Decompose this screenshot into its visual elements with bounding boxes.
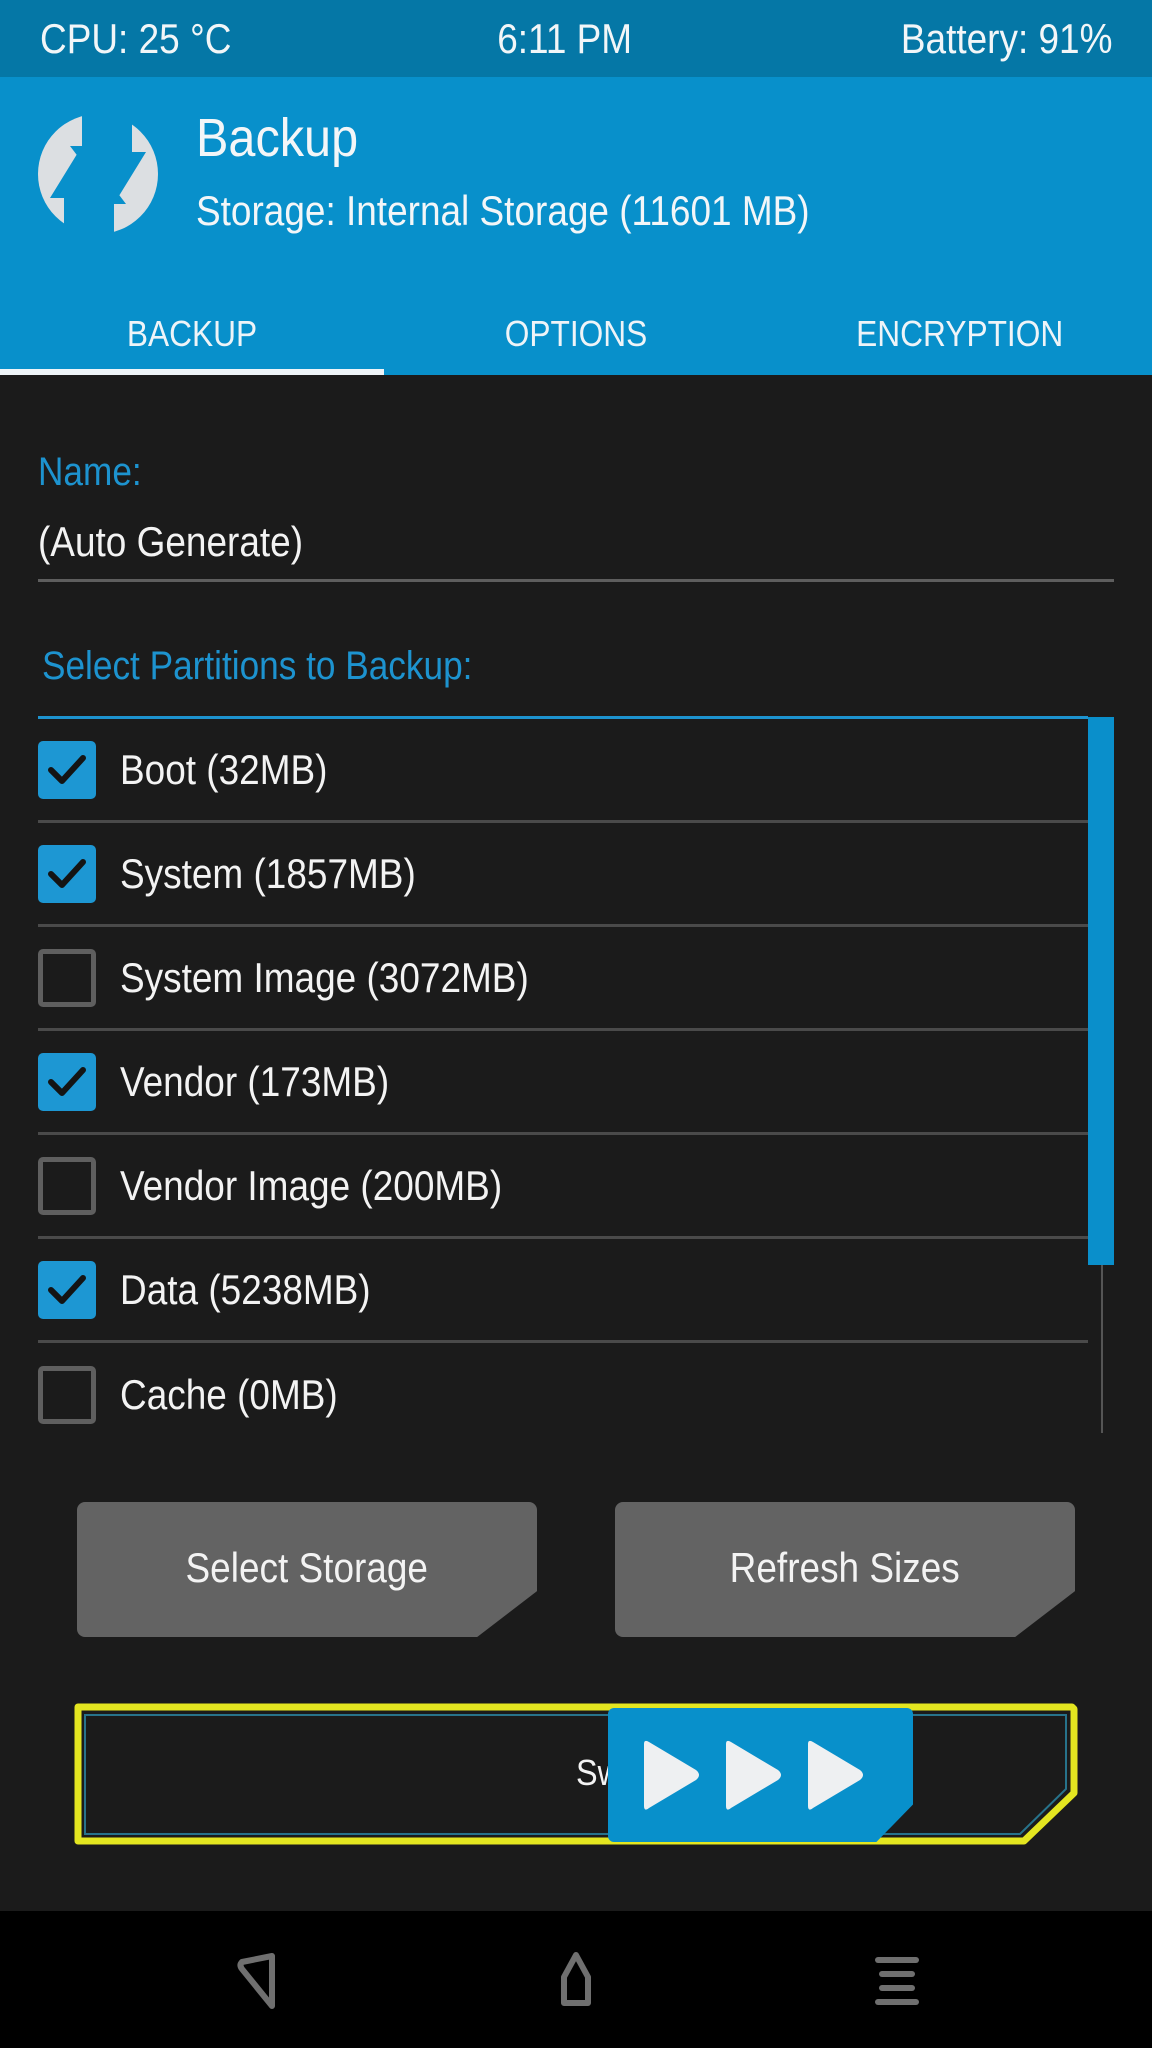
partition-row[interactable]: System (1857MB) [38,823,1088,927]
checkbox-unchecked[interactable] [38,1156,96,1215]
partition-row[interactable]: Data (5238MB) [38,1239,1088,1343]
partitions-heading: Select Partitions to Backup: [42,644,473,688]
checkmark-icon [48,1274,86,1304]
name-label: Name: [38,450,142,494]
checkbox-unchecked[interactable] [38,948,96,1007]
partition-label: Vendor (173MB) [120,1057,390,1105]
partition-label: System Image (3072MB) [120,953,529,1001]
storage-info: Storage: Internal Storage (11601 MB) [196,187,810,234]
checkbox-checked[interactable] [38,1260,96,1319]
partition-label: Cache (0MB) [120,1371,338,1418]
partition-label: System (1857MB) [120,849,416,897]
tab-encryption-label: ENCRYPTION [856,312,1064,354]
name-input-underline [38,579,1114,582]
header: Backup Storage: Internal Storage (11601 … [0,77,1152,375]
clock: 6:11 PM [497,14,632,62]
partition-label: Data (5238MB) [120,1265,371,1313]
partition-label: Vendor Image (200MB) [120,1161,503,1209]
checkbox-checked[interactable] [38,740,96,799]
triple-play-arrows-icon [644,1740,863,1810]
checkmark-icon [48,858,86,888]
checkbox-checked[interactable] [38,844,96,903]
partition-row[interactable]: Boot (32MB) [38,719,1088,823]
checkbox-checked[interactable] [38,1052,96,1111]
refresh-sizes-label: Refresh Sizes [729,1543,961,1591]
page-title: Backup [196,108,359,168]
select-storage-label: Select Storage [185,1543,429,1591]
tab-backup[interactable]: BACKUP [0,292,384,375]
tab-bar: BACKUP OPTIONS ENCRYPTION [0,292,1152,375]
navigation-bar [0,1911,1152,2048]
partition-list: Boot (32MB) System (1857MB) System Image (… [38,716,1088,1434]
select-storage-button[interactable]: Select Storage [77,1502,537,1637]
scrollbar-track[interactable] [1101,1265,1103,1433]
checkbox-unchecked[interactable] [38,1366,96,1424]
partition-row[interactable]: Vendor Image (200MB) [38,1135,1088,1239]
partition-label: Boot (32MB) [120,745,328,793]
menu-lines-icon[interactable] [855,1941,935,2021]
tab-options-label: OPTIONS [504,312,648,354]
scrollbar-thumb[interactable] [1088,717,1114,1265]
tab-backup-label: BACKUP [126,312,258,354]
tab-encryption[interactable]: ENCRYPTION [768,292,1152,375]
refresh-sizes-button[interactable]: Refresh Sizes [615,1502,1075,1637]
partition-row[interactable]: Vendor (173MB) [38,1031,1088,1135]
cpu-temperature: CPU: 25 °C [40,14,232,62]
checkmark-icon [48,1066,86,1096]
status-bar: CPU: 25 °C 6:11 PM Battery: 91% [0,0,1152,77]
partition-row[interactable]: System Image (3072MB) [38,927,1088,1031]
checkmark-icon [48,754,86,784]
backup-name-input[interactable]: (Auto Generate) [38,518,303,566]
tab-options[interactable]: OPTIONS [384,292,768,375]
home-icon[interactable] [536,1941,616,2021]
twrp-logo-icon [36,110,160,238]
battery-level: Battery: 91% [900,14,1112,62]
back-triangle-icon[interactable] [217,1941,297,2021]
partition-row[interactable]: Cache (0MB) [38,1343,1088,1447]
swipe-handle[interactable] [608,1708,913,1842]
